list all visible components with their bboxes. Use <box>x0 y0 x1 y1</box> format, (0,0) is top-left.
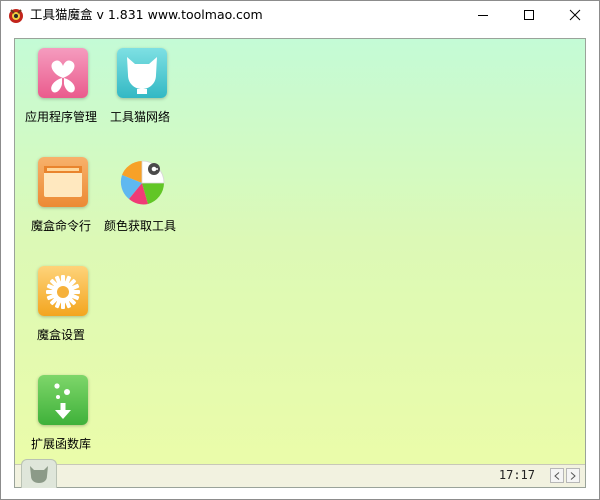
title-bar[interactable]: 工具猫魔盒 v 1.831 www.toolmao.com <box>1 1 599 29</box>
window-title: 工具猫魔盒 v 1.831 www.toolmao.com <box>30 7 263 22</box>
close-button[interactable] <box>552 1 598 29</box>
gear-icon <box>38 266 88 316</box>
toolmao-network-shortcut[interactable]: 工具猫网络 <box>97 39 183 129</box>
flower-icon <box>38 48 88 98</box>
app-window: 工具猫魔盒 v 1.831 www.toolmao.com 应用程序管理 工具猫… <box>0 0 600 500</box>
extension-library-label: 扩展函数库 <box>30 437 91 451</box>
extension-library-shortcut[interactable]: 扩展函数库 <box>18 366 104 456</box>
prev-page-button[interactable] <box>550 468 564 483</box>
app-logo-icon <box>8 7 25 24</box>
settings-shortcut[interactable]: 魔盒设置 <box>18 257 104 347</box>
maximize-icon <box>524 10 534 20</box>
color-picker-shortcut[interactable]: 颜色获取工具 <box>97 148 183 238</box>
minimize-button[interactable] <box>460 1 506 29</box>
color-picker-icon <box>117 157 167 207</box>
next-page-button[interactable] <box>566 468 580 483</box>
cat-logo-icon <box>30 466 48 483</box>
color-picker-label: 颜色获取工具 <box>103 219 176 233</box>
desktop-area: 应用程序管理 工具猫网络 魔盒命令行 颜色获取工具 魔盒设置 扩展函数库 17:… <box>14 38 586 488</box>
start-button[interactable] <box>21 459 57 488</box>
minimize-icon <box>478 15 488 16</box>
clock: 17:17 <box>498 468 535 482</box>
window-icon <box>38 157 88 207</box>
toolmao-network-label: 工具猫网络 <box>109 110 170 124</box>
settings-label: 魔盒设置 <box>36 328 85 342</box>
chevron-left-icon <box>554 472 560 480</box>
close-icon <box>569 9 581 21</box>
status-bar: 17:17 <box>15 459 585 488</box>
maximize-button[interactable] <box>506 1 552 29</box>
cat-icon <box>117 48 167 98</box>
download-icon <box>38 375 88 425</box>
chevron-right-icon <box>570 472 576 480</box>
